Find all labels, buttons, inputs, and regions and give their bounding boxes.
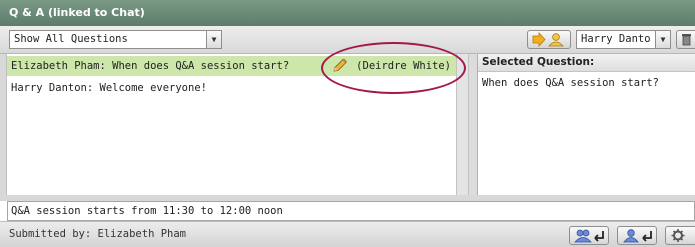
- send-to-all-icon: [574, 229, 604, 243]
- question-filter-select[interactable]: Show All Questions ▼: [9, 30, 222, 49]
- question-text: Harry Danton: Welcome everyone!: [11, 82, 207, 94]
- answer-input[interactable]: Q&A session starts from 11:30 to 12:00 n…: [7, 201, 695, 221]
- settings-button[interactable]: [665, 226, 695, 245]
- send-to-all-button[interactable]: [569, 226, 609, 245]
- question-filter-value: Show All Questions: [14, 33, 128, 45]
- selected-question-header: Selected Question:: [478, 54, 695, 72]
- question-text: Elizabeth Pham: When does Q&A session st…: [11, 60, 290, 72]
- send-to-user-button[interactable]: [527, 30, 571, 49]
- send-to-user-icon: [532, 31, 564, 48]
- pane-divider[interactable]: [469, 54, 477, 195]
- selected-question-text: When does Q&A session start?: [482, 77, 660, 89]
- assign-user-value: Harry Danto: [581, 33, 651, 45]
- selected-question-panel: Selected Question: When does Q&A session…: [477, 54, 695, 195]
- highlight-circle: [321, 42, 466, 94]
- send-to-user-button[interactable]: [617, 226, 657, 245]
- settings-icon: [671, 229, 685, 242]
- left-gutter: [0, 54, 7, 195]
- chevron-down-icon[interactable]: ▼: [655, 31, 670, 48]
- delete-button[interactable]: [676, 30, 695, 49]
- assign-user-select[interactable]: Harry Danto ▼: [576, 30, 671, 49]
- window-title: Q & A (linked to Chat): [0, 0, 695, 26]
- submitted-by-label: Submitted by: Elizabeth Pham: [9, 228, 187, 240]
- trash-icon: [682, 34, 691, 46]
- send-to-user-icon: [623, 229, 652, 243]
- chevron-down-icon[interactable]: ▼: [206, 31, 221, 48]
- status-bar: Submitted by: Elizabeth Pham: [0, 221, 695, 247]
